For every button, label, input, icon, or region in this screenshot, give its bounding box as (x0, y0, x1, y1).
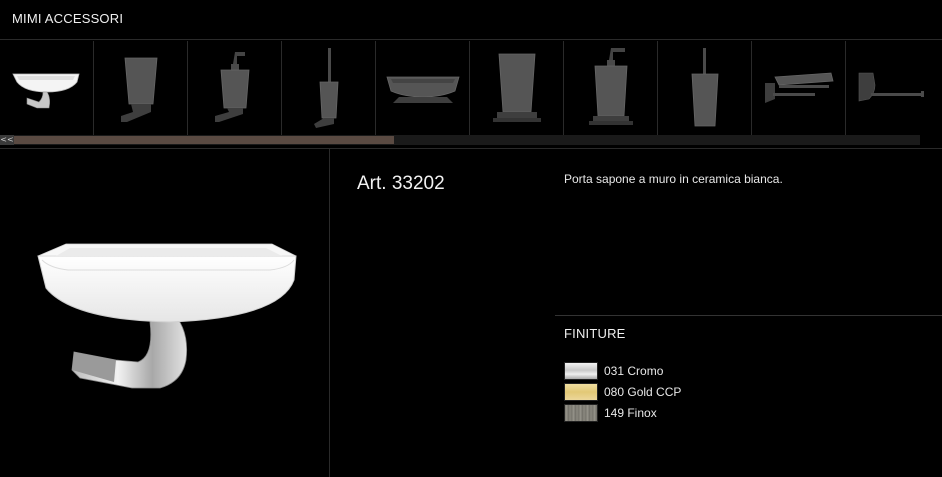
wall-soap-dispenser-icon (214, 52, 249, 122)
paper-holder-with-cover-icon (764, 72, 834, 103)
header: MIMI ACCESSORI (0, 0, 942, 40)
thumbnail-soap-dish[interactable] (0, 41, 94, 135)
thumbnail-countertop-tumbler[interactable] (470, 41, 564, 135)
content-divider (0, 148, 942, 149)
thumbnail-wall-dispenser[interactable] (188, 41, 282, 135)
thumbnail-tumbler-holder[interactable] (94, 41, 188, 135)
finish-label: 031 Cromo (604, 363, 664, 378)
thumbnail-countertop-dish[interactable] (376, 41, 470, 135)
thumbnail-standing-brush[interactable] (658, 41, 752, 135)
finish-option-cromo[interactable]: 031 Cromo (564, 360, 681, 381)
countertop-tumbler-icon (492, 53, 541, 122)
product-image-soap-dish (37, 243, 297, 389)
finish-label: 149 Finox (604, 405, 657, 420)
finish-swatch[interactable] (564, 382, 598, 401)
scroll-thumb[interactable] (14, 136, 394, 144)
product-description: Porta sapone a muro in ceramica bianca. (564, 172, 783, 186)
scroll-left-button[interactable]: << (0, 135, 14, 145)
finish-swatch[interactable] (564, 403, 598, 422)
thumbnail-scrollbar[interactable]: << (0, 135, 920, 145)
finishes-title: FINITURE (564, 326, 626, 341)
finish-option-gold[interactable]: 080 Gold CCP (564, 381, 681, 402)
article-code: Art. 33202 (357, 173, 445, 194)
finish-option-finox[interactable]: 149 Finox (564, 402, 681, 423)
finishes-list: 031 Cromo 080 Gold CCP 149 Finox (564, 360, 681, 423)
finish-label: 080 Gold CCP (604, 384, 682, 399)
standing-toilet-brush-icon (691, 48, 718, 127)
image-panel-divider (329, 149, 330, 477)
thumbnail-paper-holder[interactable] (846, 41, 940, 135)
finishes-divider (555, 315, 942, 316)
soap-dish-white-icon (11, 73, 80, 109)
collection-title: MIMI ACCESSORI (12, 11, 124, 26)
countertop-soap-dish-icon (385, 76, 460, 103)
countertop-soap-dispenser-icon (588, 48, 633, 125)
finish-swatch[interactable] (564, 361, 598, 380)
paper-holder-icon (858, 72, 924, 102)
tumbler-holder-icon (120, 57, 157, 122)
wall-toilet-brush-icon (313, 48, 338, 128)
thumbnail-paper-holder-cover[interactable] (752, 41, 846, 135)
thumbnail-wall-brush[interactable] (282, 41, 376, 135)
product-thumbnail-strip (0, 41, 942, 135)
thumbnail-countertop-dispenser[interactable] (564, 41, 658, 135)
